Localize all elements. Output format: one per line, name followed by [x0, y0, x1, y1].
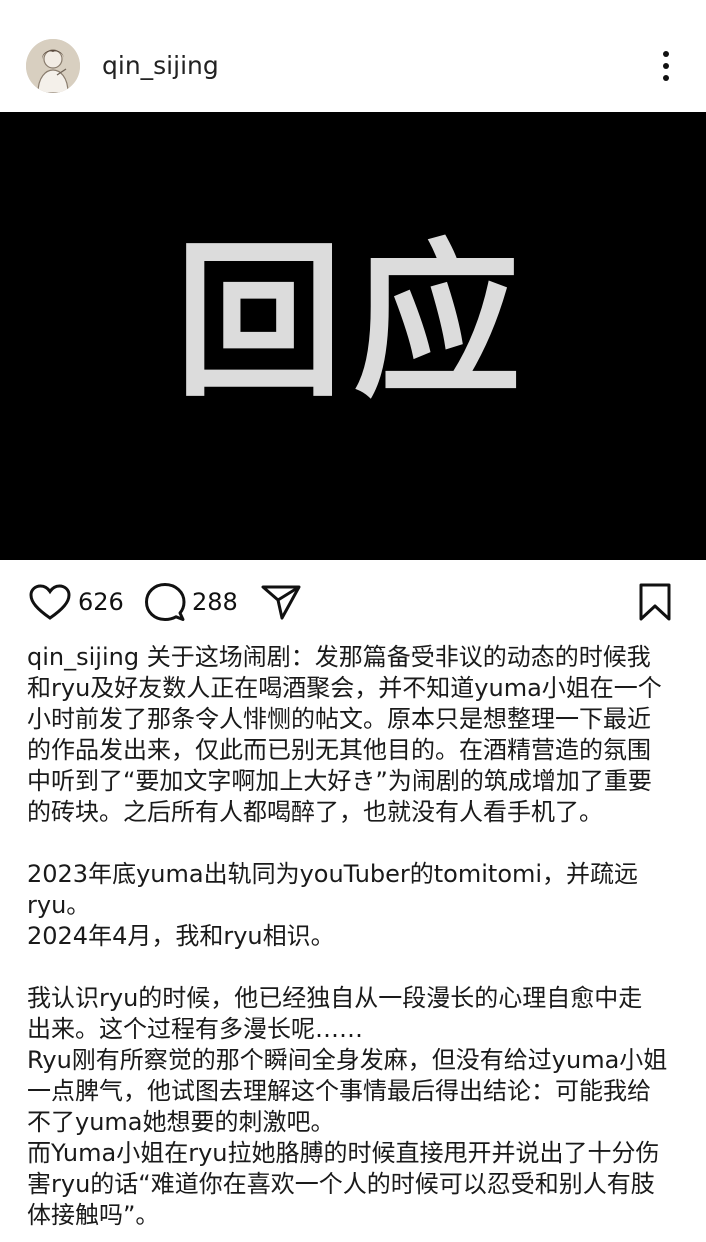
post-image-text: 回应 — [175, 224, 531, 420]
comment-count[interactable]: 288 — [192, 587, 238, 617]
like-count[interactable]: 626 — [78, 587, 124, 617]
save-action[interactable] — [636, 582, 674, 622]
send-icon[interactable] — [260, 583, 302, 621]
more-options-button[interactable] — [648, 44, 684, 88]
caption-line: 中听到了“要加文字啊加上大好き”为闹剧的筑成增加了重要 — [27, 767, 652, 795]
post-caption: qin_sijing 关于这场闹剧：发那篇备受非议的动态的时候我 和ryu及好友… — [27, 642, 683, 1231]
caption-line: 出来。这个过程有多漫长呢…… — [27, 1015, 363, 1043]
caption-username[interactable]: qin_sijing — [27, 643, 139, 671]
share-action[interactable] — [260, 582, 302, 622]
caption-line: 而Yuma小姐在ryu拉她胳膊的时候直接甩开并说出了十分伤 — [27, 1139, 660, 1167]
post-header: qin_sijing — [0, 0, 706, 112]
more-vertical-icon — [663, 51, 669, 81]
heart-icon[interactable] — [28, 583, 72, 621]
post-author-username[interactable]: qin_sijing — [102, 49, 219, 83]
caption-line: 一点脾气，他试图去理解这个事情最后得出结论：可能我给 — [27, 1077, 651, 1105]
profile-avatar[interactable] — [26, 39, 80, 93]
caption-line: 2024年4月，我和ryu相识。 — [27, 922, 335, 950]
caption-line: 2023年底yuma出轨同为youTuber的tomitomi，并疏远ryu。 — [27, 860, 639, 919]
caption-line: 和ryu及好友数人正在喝酒聚会，并不知道yuma小姐在一个 — [27, 674, 662, 702]
caption-line: 的砖块。之后所有人都喝醉了，也就没有人看手机了。 — [27, 798, 603, 826]
caption-line: 我认识ryu的时候，他已经独自从一段漫长的心理自愈中走 — [27, 984, 643, 1012]
caption-line: qin_sijing 关于这场闹剧：发那篇备受非议的动态的时候我 — [27, 642, 683, 673]
caption-line: 害ryu的话“难道你在喜欢一个人的时候可以忍受和别人有肢 — [27, 1170, 655, 1198]
comment-action[interactable]: 288 — [144, 582, 238, 622]
caption-line: Ryu刚有所察觉的那个瞬间全身发麻，但没有给过yuma小姐 — [27, 1046, 668, 1074]
caption-line: 小时前发了那条令人悱恻的帖文。原本只是想整理一下最近 — [27, 705, 651, 733]
post-action-bar: 626 288 — [0, 570, 706, 634]
avatar-image — [26, 39, 80, 93]
post-image[interactable]: 回应 — [0, 112, 706, 560]
comment-bubble-icon[interactable] — [144, 582, 186, 622]
caption-line: 的作品发出来，仅此而已别无其他目的。在酒精营造的氛围 — [27, 736, 651, 764]
caption-text: 关于这场闹剧：发那篇备受非议的动态的时候我 — [146, 643, 651, 671]
like-action[interactable]: 626 — [28, 582, 124, 622]
caption-line: 不了yuma她想要的刺激吧。 — [27, 1108, 335, 1136]
bookmark-icon[interactable] — [636, 582, 674, 622]
caption-line: 体接触吗”。 — [27, 1201, 160, 1229]
